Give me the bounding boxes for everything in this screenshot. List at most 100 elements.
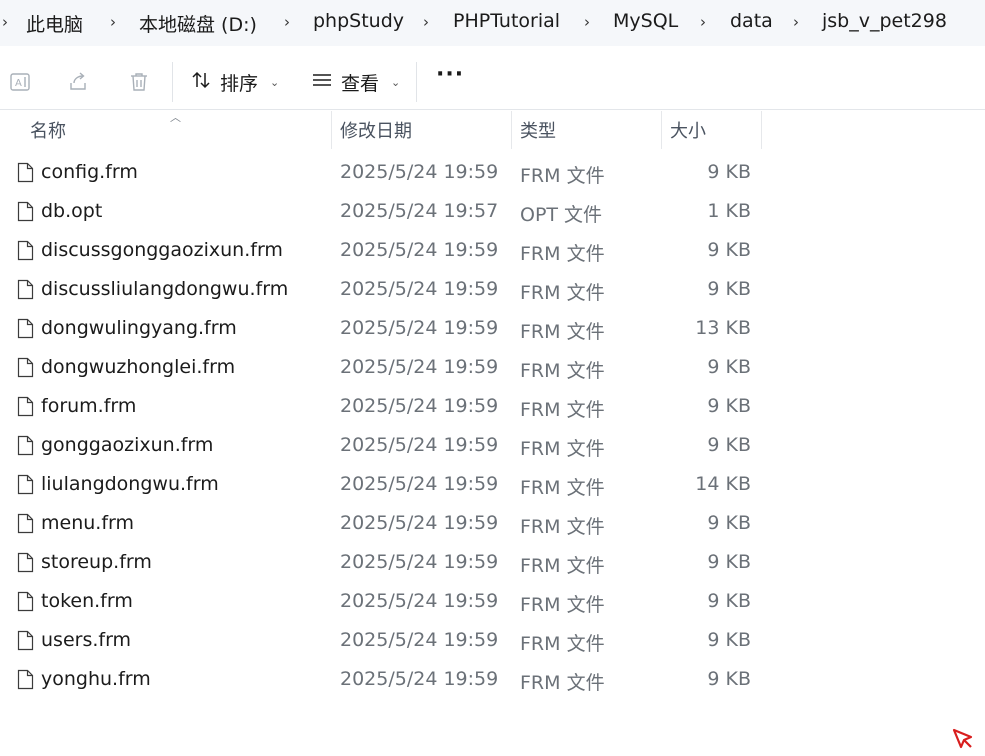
column-header: ︿ 名称 修改日期 类型 大小 [0, 111, 985, 149]
file-row[interactable]: discussliulangdongwu.frm 2025/5/24 19:59… [0, 270, 985, 309]
chevron-right-icon[interactable]: › [700, 13, 706, 31]
file-row[interactable]: liulangdongwu.frm 2025/5/24 19:59 FRM 文件… [0, 465, 985, 504]
file-modified: 2025/5/24 19:59 [340, 512, 499, 534]
chevron-right-icon[interactable]: › [423, 13, 429, 31]
column-header-name[interactable]: 名称 [22, 111, 330, 149]
file-size: 14 KB [695, 473, 751, 495]
file-size: 9 KB [707, 629, 751, 651]
chevron-right-icon[interactable]: › [284, 13, 290, 31]
rename-icon[interactable]: A [8, 70, 32, 94]
file-name: gonggaozixun.frm [41, 434, 214, 456]
column-header-name-label: 名称 [30, 121, 66, 142]
more-options-button[interactable]: ··· [436, 62, 464, 87]
chevron-right-icon[interactable]: › [2, 13, 8, 31]
column-header-type[interactable]: 类型 [512, 111, 660, 149]
breadcrumb-item-this-pc[interactable]: 此电脑 [26, 10, 83, 37]
file-row[interactable]: dongwuzhonglei.frm 2025/5/24 19:59 FRM 文… [0, 348, 985, 387]
column-header-size-label: 大小 [670, 121, 706, 142]
file-icon [17, 279, 34, 300]
view-button[interactable]: 查看 ⌄ [311, 66, 400, 98]
file-type: FRM 文件 [520, 282, 605, 304]
file-type: FRM 文件 [520, 633, 605, 655]
file-row[interactable]: forum.frm 2025/5/24 19:59 FRM 文件 9 KB [0, 387, 985, 426]
file-modified: 2025/5/24 19:59 [340, 668, 499, 690]
file-modified: 2025/5/24 19:59 [340, 590, 499, 612]
column-header-size[interactable]: 大小 [662, 111, 760, 149]
file-icon [17, 396, 34, 417]
file-row[interactable]: yonghu.frm 2025/5/24 19:59 FRM 文件 9 KB [0, 660, 985, 699]
file-row[interactable]: token.frm 2025/5/24 19:59 FRM 文件 9 KB [0, 582, 985, 621]
cursor-icon [951, 727, 975, 751]
file-icon [17, 240, 34, 261]
file-type: FRM 文件 [520, 477, 605, 499]
file-row[interactable]: db.opt 2025/5/24 19:57 OPT 文件 1 KB [0, 192, 985, 231]
file-list: config.frm 2025/5/24 19:59 FRM 文件 9 KB d… [0, 153, 985, 699]
file-modified: 2025/5/24 19:59 [340, 473, 499, 495]
file-icon [17, 513, 34, 534]
file-type: FRM 文件 [520, 672, 605, 694]
file-type: FRM 文件 [520, 165, 605, 187]
file-type: FRM 文件 [520, 438, 605, 460]
file-icon [17, 591, 34, 612]
file-row[interactable]: discussgonggaozixun.frm 2025/5/24 19:59 … [0, 231, 985, 270]
file-row[interactable]: users.frm 2025/5/24 19:59 FRM 文件 9 KB [0, 621, 985, 660]
breadcrumb-item-phptutorial[interactable]: PHPTutorial [453, 10, 560, 32]
chevron-down-icon: ⌄ [391, 75, 401, 89]
file-modified: 2025/5/24 19:59 [340, 239, 499, 261]
file-size: 9 KB [707, 395, 751, 417]
file-size: 9 KB [707, 356, 751, 378]
file-size: 1 KB [707, 200, 751, 222]
file-icon [17, 162, 34, 183]
share-icon[interactable] [67, 70, 91, 94]
file-name: menu.frm [41, 512, 134, 534]
file-size: 9 KB [707, 512, 751, 534]
sort-button[interactable]: 排序 ⌄ [190, 66, 279, 98]
breadcrumb-item-drive-d[interactable]: 本地磁盘 (D:) [139, 10, 257, 37]
file-size: 9 KB [707, 551, 751, 573]
file-type: FRM 文件 [520, 516, 605, 538]
file-name: users.frm [41, 629, 132, 651]
file-icon [17, 357, 34, 378]
file-type: OPT 文件 [520, 204, 603, 226]
column-resize-handle[interactable] [761, 111, 762, 149]
toolbar-divider [416, 62, 417, 102]
file-type: FRM 文件 [520, 594, 605, 616]
view-label: 查看 [341, 72, 380, 95]
file-icon [17, 552, 34, 573]
file-modified: 2025/5/24 19:59 [340, 551, 499, 573]
toolbar-divider [172, 62, 173, 102]
file-type: FRM 文件 [520, 243, 605, 265]
file-modified: 2025/5/24 19:59 [340, 629, 499, 651]
file-type: FRM 文件 [520, 555, 605, 577]
chevron-right-icon[interactable]: › [584, 13, 590, 31]
file-row[interactable]: gonggaozixun.frm 2025/5/24 19:59 FRM 文件 … [0, 426, 985, 465]
file-row[interactable]: storeup.frm 2025/5/24 19:59 FRM 文件 9 KB [0, 543, 985, 582]
file-name: dongwulingyang.frm [41, 317, 237, 339]
breadcrumb-item-current-folder[interactable]: jsb_v_pet298 [822, 10, 947, 32]
file-type: FRM 文件 [520, 321, 605, 343]
chevron-right-icon[interactable]: › [110, 13, 116, 31]
file-name: config.frm [41, 161, 138, 183]
file-row[interactable]: menu.frm 2025/5/24 19:59 FRM 文件 9 KB [0, 504, 985, 543]
file-size: 9 KB [707, 278, 751, 300]
file-icon [17, 630, 34, 651]
file-modified: 2025/5/24 19:59 [340, 434, 499, 456]
chevron-right-icon[interactable]: › [793, 13, 799, 31]
breadcrumb-item-data[interactable]: data [730, 10, 773, 32]
file-row[interactable]: config.frm 2025/5/24 19:59 FRM 文件 9 KB [0, 153, 985, 192]
file-size: 9 KB [707, 161, 751, 183]
file-row[interactable]: dongwulingyang.frm 2025/5/24 19:59 FRM 文… [0, 309, 985, 348]
file-size: 9 KB [707, 590, 751, 612]
file-name: discussgonggaozixun.frm [41, 239, 283, 261]
file-icon [17, 201, 34, 222]
column-header-modified[interactable]: 修改日期 [332, 111, 510, 149]
svg-text:A: A [15, 78, 22, 89]
breadcrumb-item-mysql[interactable]: MySQL [613, 10, 678, 32]
file-name: token.frm [41, 590, 133, 612]
delete-icon[interactable] [127, 70, 151, 94]
view-icon [311, 69, 333, 96]
breadcrumb: › 此电脑 › 本地磁盘 (D:) › phpStudy › PHPTutori… [0, 0, 985, 46]
file-modified: 2025/5/24 19:59 [340, 395, 499, 417]
file-modified: 2025/5/24 19:59 [340, 278, 499, 300]
breadcrumb-item-phpstudy[interactable]: phpStudy [313, 10, 404, 32]
